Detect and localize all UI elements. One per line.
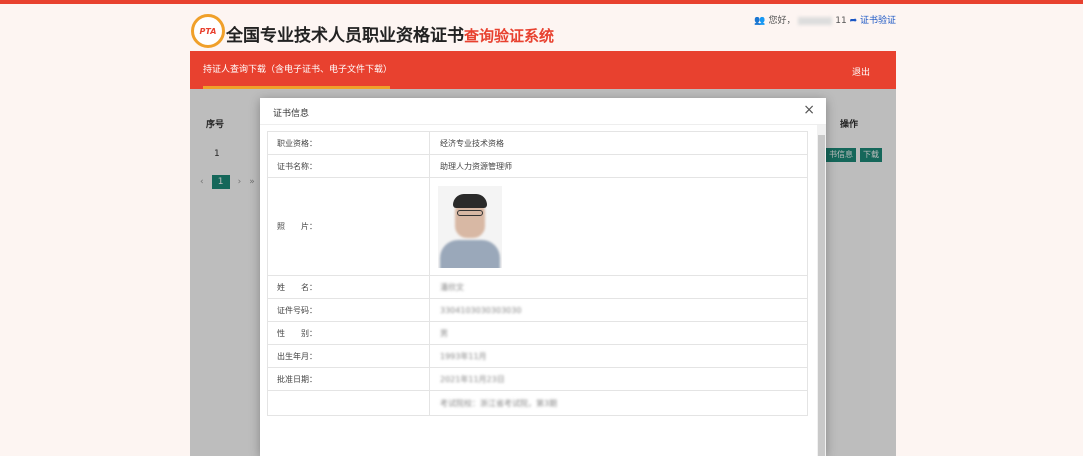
row-name: 姓 名： 潘欣文 (268, 276, 807, 299)
user-name-blurred (798, 16, 833, 25)
name-value: 潘欣文 (440, 282, 464, 292)
photo-shirt (440, 239, 500, 268)
row-approve-date: 批准日期： 2021年11月23日 (268, 368, 807, 391)
row-photo: 照 片： (268, 178, 807, 276)
cert-info-table: 职业资格： 经济专业技术资格 证书名称： 助理人力资源管理师 照 片： 姓 名：… (267, 131, 808, 416)
site-title-main: 全国专业技术人员职业资格证书 (226, 26, 464, 46)
gender-value-cell: 男 (430, 322, 807, 344)
qual-label: 职业资格： (268, 132, 430, 154)
name-value-cell: 潘欣文 (430, 276, 807, 298)
note-label (268, 391, 430, 415)
gender-value: 男 (440, 328, 448, 338)
photo-hair (453, 193, 487, 208)
gender-label: 性 别： (268, 322, 430, 344)
user-icon: 👥 (754, 16, 766, 26)
cert-info-dialog: 证书信息 × 职业资格： 经济专业技术资格 证书名称： 助理人力资源管理师 照 … (260, 98, 826, 456)
scrollbar-thumb[interactable] (818, 135, 825, 456)
user-suffix: 11 (835, 16, 847, 26)
birth-value-cell: 1993年11月 (430, 345, 807, 367)
approve-value: 2021年11月23日 (440, 374, 505, 384)
tab-holder-query[interactable]: 持证人查询下载（含电子证书、电子文件下载） (203, 51, 393, 89)
approve-label: 批准日期： (268, 368, 430, 390)
dialog-title: 证书信息 (273, 109, 310, 119)
note-value: 考试院校：浙江省考试院，第3期 (440, 398, 558, 408)
note-value-cell: 考试院校：浙江省考试院，第3期 (430, 391, 807, 415)
dialog-divider (260, 124, 826, 125)
row-qualification: 职业资格： 经济专业技术资格 (268, 132, 807, 155)
tab-holder-query-label: 持证人查询下载（含电子证书、电子文件下载） (203, 65, 393, 75)
site-title-sub: 查询验证系统 (464, 27, 555, 45)
logout-link[interactable]: 退出 (852, 65, 870, 78)
row-id-number: 证件号码： 3304103030303030 (268, 299, 807, 322)
qual-value: 经济专业技术资格 (440, 138, 504, 148)
main-navbar: 持证人查询下载（含电子证书、电子文件下载） 退出 (190, 51, 896, 89)
holder-photo (438, 185, 502, 268)
photo-label: 照 片： (268, 178, 430, 275)
birth-label: 出生年月： (268, 345, 430, 367)
id-value: 3304103030303030 (440, 305, 522, 315)
id-label: 证件号码： (268, 299, 430, 321)
row-cert-name: 证书名称： 助理人力资源管理师 (268, 155, 807, 178)
verify-link[interactable]: 证书验证 (860, 16, 896, 26)
approve-value-cell: 2021年11月23日 (430, 368, 807, 390)
share-arrow-icon[interactable]: ➦ (850, 16, 858, 26)
user-area: 👥 您好， 11 ➦ 证书验证 (754, 13, 896, 26)
id-value-cell: 3304103030303030 (430, 299, 807, 321)
row-gender: 性 别： 男 (268, 322, 807, 345)
photo-glasses (457, 209, 483, 216)
close-icon[interactable]: × (803, 102, 815, 118)
dialog-scrollbar[interactable] (817, 125, 826, 456)
site-title: 全国专业技术人员职业资格证书查询验证系统 (226, 21, 554, 46)
top-accent-strip (0, 0, 1083, 4)
birth-value: 1993年11月 (440, 351, 487, 361)
photo-cell (430, 178, 807, 275)
row-birth: 出生年月： 1993年11月 (268, 345, 807, 368)
row-note: 考试院校：浙江省考试院，第3期 (268, 391, 807, 415)
cert-name-value: 助理人力资源管理师 (440, 161, 512, 171)
pta-logo: PTA (191, 14, 225, 48)
greeting-text: 您好， (768, 16, 796, 26)
cert-name-label: 证书名称： (268, 155, 430, 177)
name-label: 姓 名： (268, 276, 430, 298)
site-header: PTA 全国专业技术人员职业资格证书查询验证系统 👥 您好， 11 ➦ 证书验证 (190, 10, 896, 52)
logo-text: PTA (199, 26, 217, 36)
